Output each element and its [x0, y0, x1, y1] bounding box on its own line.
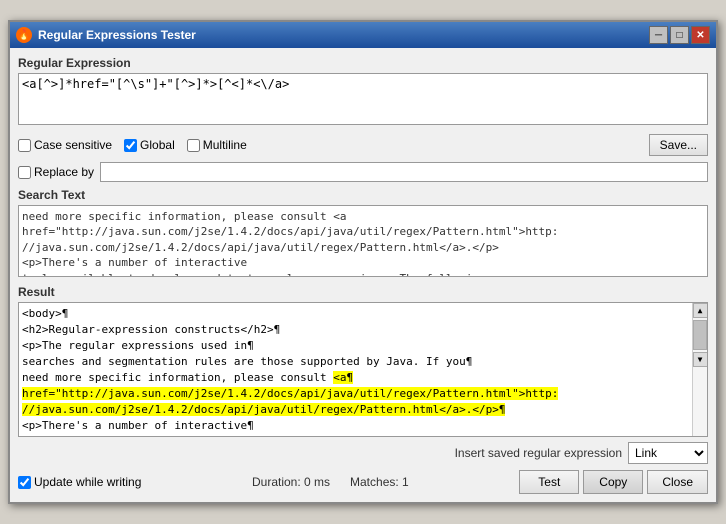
- test-button[interactable]: Test: [519, 470, 579, 494]
- result-line-5: need more specific information, please c…: [22, 370, 691, 386]
- replace-row: Replace by: [18, 162, 708, 182]
- result-scrollbar[interactable]: ▲ ▼: [692, 303, 707, 436]
- status-area: Update while writing: [18, 475, 141, 489]
- scrollbar-thumb[interactable]: [693, 320, 707, 350]
- copy-button[interactable]: Copy: [583, 470, 643, 494]
- highlight-start: <a¶: [333, 371, 353, 384]
- main-window: 🔥 Regular Expressions Tester ─ □ ✕ Regul…: [8, 20, 718, 504]
- highlight-end: //java.sun.com/j2se/1.4.2/docs/api/java/…: [22, 403, 505, 416]
- case-sensitive-option[interactable]: Case sensitive: [18, 138, 112, 152]
- update-while-writing-label: Update while writing: [34, 475, 141, 489]
- update-option[interactable]: Update while writing: [18, 475, 141, 489]
- case-sensitive-label: Case sensitive: [34, 138, 112, 152]
- duration-matches-area: Duration: 0 ms Matches: 1: [252, 475, 409, 489]
- app-icon: 🔥: [16, 27, 32, 43]
- regex-section-label: Regular Expression: [18, 56, 708, 70]
- titlebar-left: 🔥 Regular Expressions Tester: [16, 27, 196, 43]
- minimize-button[interactable]: ─: [649, 26, 668, 44]
- multiline-label: Multiline: [203, 138, 247, 152]
- highlight-middle: href="http://java.sun.com/j2se/1.4.2/doc…: [22, 387, 558, 400]
- action-buttons-row: Update while writing Duration: 0 ms Matc…: [18, 470, 708, 494]
- scrollbar-down-arrow[interactable]: ▼: [693, 352, 708, 367]
- result-line-1: <body>¶: [22, 306, 691, 322]
- insert-select[interactable]: Link: [628, 442, 708, 464]
- options-row: Case sensitive Global Multiline Save...: [18, 134, 708, 156]
- search-text-area[interactable]: need more specific information, please c…: [18, 205, 708, 277]
- matches-text: Matches: 1: [350, 475, 409, 489]
- right-buttons: Test Copy Close: [519, 470, 708, 494]
- result-content: <body>¶ <h2>Regular-expression construct…: [22, 306, 691, 434]
- multiline-checkbox[interactable]: [187, 139, 200, 152]
- scrollbar-up-arrow[interactable]: ▲: [693, 303, 708, 318]
- result-area: <body>¶ <h2>Regular-expression construct…: [18, 302, 708, 437]
- close-window-button[interactable]: ✕: [691, 26, 710, 44]
- duration-text: Duration: 0 ms: [252, 475, 330, 489]
- result-line-3: <p>The regular expressions used in¶: [22, 338, 691, 354]
- replace-by-checkbox[interactable]: [18, 166, 31, 179]
- result-section-label: Result: [18, 285, 708, 299]
- bottom-insert-row: Insert saved regular expression Link: [18, 442, 708, 464]
- search-section-label: Search Text: [18, 188, 708, 202]
- case-sensitive-checkbox[interactable]: [18, 139, 31, 152]
- replace-by-label: Replace by: [34, 165, 94, 179]
- search-text-wrapper: need more specific information, please c…: [18, 205, 708, 280]
- global-checkbox[interactable]: [124, 139, 137, 152]
- replace-input[interactable]: [100, 162, 708, 182]
- update-while-writing-checkbox[interactable]: [18, 476, 31, 489]
- insert-label: Insert saved regular expression: [455, 446, 622, 460]
- save-button[interactable]: Save...: [649, 134, 708, 156]
- result-line-2: <h2>Regular-expression constructs</h2>¶: [22, 322, 691, 338]
- content-area: Regular Expression <a[^>]*href="[^\s"]+"…: [10, 48, 716, 502]
- multiline-option[interactable]: Multiline: [187, 138, 247, 152]
- close-button[interactable]: Close: [647, 470, 708, 494]
- window-title: Regular Expressions Tester: [38, 28, 196, 42]
- result-line-7: //java.sun.com/j2se/1.4.2/docs/api/java/…: [22, 402, 691, 418]
- global-label: Global: [140, 138, 175, 152]
- titlebar-controls: ─ □ ✕: [649, 26, 710, 44]
- regex-input[interactable]: <a[^>]*href="[^\s"]+"[^>]*>[^<]*<\/a>: [18, 73, 708, 125]
- titlebar: 🔥 Regular Expressions Tester ─ □ ✕: [10, 22, 716, 48]
- result-line-6: href="http://java.sun.com/j2se/1.4.2/doc…: [22, 386, 691, 402]
- maximize-button[interactable]: □: [670, 26, 689, 44]
- global-option[interactable]: Global: [124, 138, 175, 152]
- replace-by-label-container: Replace by: [18, 165, 94, 179]
- result-line-8: <p>There's a number of interactive¶: [22, 418, 691, 434]
- result-line-4: searches and segmentation rules are thos…: [22, 354, 691, 370]
